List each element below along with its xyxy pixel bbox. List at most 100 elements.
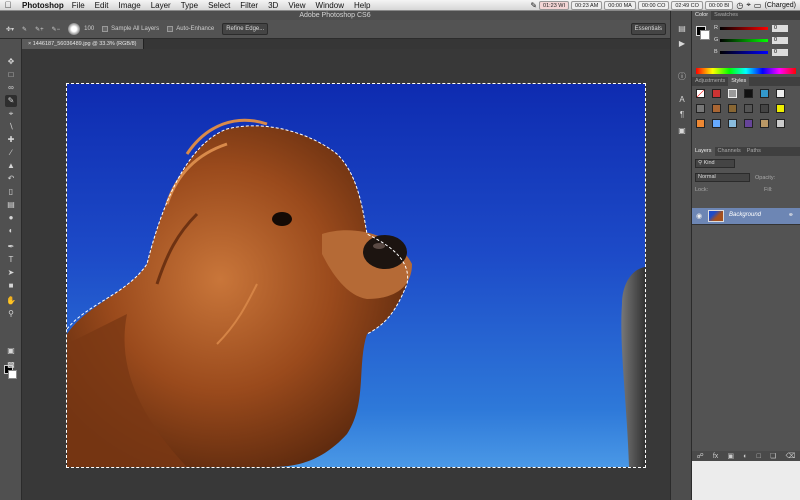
menu-image[interactable]: Image xyxy=(118,1,140,10)
pencil-icon[interactable]: ✎ xyxy=(530,1,537,10)
status-timer[interactable]: 00:00 BI xyxy=(704,0,734,10)
tab-swatches[interactable]: Swatches xyxy=(711,11,741,20)
style-swatch[interactable] xyxy=(744,89,753,98)
quick-select-icon[interactable]: ✎ xyxy=(5,95,17,107)
document-tab[interactable]: × 1446187_56036489.jpg @ 33.3% (RGB/8) xyxy=(22,39,144,49)
brush-preview-icon[interactable] xyxy=(68,23,81,35)
color-slider-r[interactable]: R 0 xyxy=(714,24,798,32)
slider-value[interactable]: 0 xyxy=(772,24,788,32)
quick-mask-icon[interactable]: ▣ xyxy=(5,345,17,357)
tab-styles[interactable]: Styles xyxy=(728,77,750,86)
menu-select[interactable]: Select xyxy=(208,1,230,10)
checkbox-icon[interactable] xyxy=(102,26,109,32)
menu-filter[interactable]: Filter xyxy=(240,1,258,10)
status-timer[interactable]: 02:49 CO xyxy=(671,0,703,10)
gradient-icon[interactable]: ▤ xyxy=(5,199,17,211)
wifi-icon[interactable]: ⌖ xyxy=(746,0,751,10)
style-swatch[interactable] xyxy=(744,104,753,113)
folder-icon[interactable]: □ xyxy=(757,453,761,460)
style-swatch[interactable] xyxy=(712,119,721,128)
style-swatch[interactable] xyxy=(776,104,785,113)
new-selection-icon[interactable]: ✎ xyxy=(22,26,27,33)
tab-paths[interactable]: Paths xyxy=(744,147,764,156)
menu-help[interactable]: Help xyxy=(354,1,370,10)
style-swatch[interactable] xyxy=(776,89,785,98)
slider-bar[interactable] xyxy=(720,38,768,42)
slider-bar[interactable] xyxy=(720,26,768,30)
pen-icon[interactable]: ✒ xyxy=(5,241,17,253)
brush-icon[interactable]: ∕ xyxy=(5,147,17,159)
menu-layer[interactable]: Layer xyxy=(151,1,171,10)
lasso-icon[interactable]: ∞ xyxy=(5,82,17,94)
path-select-icon[interactable]: ➤ xyxy=(5,267,17,279)
style-swatch[interactable] xyxy=(696,119,705,128)
battery-icon[interactable]: ▭ xyxy=(754,1,762,10)
slider-bar[interactable] xyxy=(720,50,768,54)
color-slider-g[interactable]: G 0 xyxy=(714,36,798,44)
time-machine-icon[interactable]: ◷ xyxy=(736,1,743,10)
paragraph-icon[interactable]: ¶ xyxy=(676,109,688,121)
marquee-icon[interactable]: □ xyxy=(5,69,17,81)
style-swatch[interactable] xyxy=(696,104,705,113)
3d-icon[interactable]: ▣ xyxy=(676,125,688,137)
trash-icon[interactable]: ⌫ xyxy=(785,452,795,460)
canvas-area[interactable] xyxy=(22,49,670,500)
style-swatch[interactable] xyxy=(760,104,769,113)
style-swatch[interactable] xyxy=(728,104,737,113)
move-icon[interactable]: ✥ xyxy=(5,56,17,68)
new-layer-icon[interactable]: ❏ xyxy=(770,452,776,460)
color-background-swatch[interactable] xyxy=(700,30,710,40)
style-swatch[interactable] xyxy=(760,119,769,128)
info-icon[interactable]: ⓘ xyxy=(676,71,688,83)
layer-row[interactable]: ◉ Background ⚭ xyxy=(692,208,800,225)
dodge-icon[interactable]: ◐ xyxy=(5,225,17,237)
blur-icon[interactable]: ● xyxy=(5,212,17,224)
status-timer[interactable]: 00:00 CO xyxy=(637,0,670,10)
background-color[interactable] xyxy=(8,370,17,379)
hand-icon[interactable]: ✋ xyxy=(5,295,17,307)
screen-mode-icon[interactable]: ▩ xyxy=(5,359,17,371)
tab-layers[interactable]: Layers xyxy=(692,147,715,156)
healing-icon[interactable]: ✚ xyxy=(5,134,17,146)
color-spectrum[interactable] xyxy=(696,68,796,74)
style-swatch[interactable] xyxy=(760,89,769,98)
fx-icon[interactable]: fx xyxy=(713,453,718,460)
slider-value[interactable]: 0 xyxy=(772,36,788,44)
history-brush-icon[interactable]: ↶ xyxy=(5,173,17,185)
sample-all-layers-checkbox[interactable]: Sample All Layers xyxy=(102,26,159,32)
workspace-switcher[interactable]: Essentials xyxy=(630,23,666,35)
style-swatch[interactable] xyxy=(744,119,753,128)
document-canvas[interactable] xyxy=(66,83,646,468)
tab-adjustments[interactable]: Adjustments xyxy=(692,77,728,86)
style-swatch[interactable] xyxy=(712,104,721,113)
crop-icon[interactable]: ⌖ xyxy=(5,108,17,120)
layer-kind-filter[interactable]: ⚲ Kind xyxy=(695,159,735,168)
style-swatch[interactable] xyxy=(696,89,705,98)
adjustment-icon[interactable]: ◐ xyxy=(743,453,747,460)
tab-channels[interactable]: Channels xyxy=(715,147,744,156)
blend-mode-select[interactable]: Normal xyxy=(695,173,750,182)
brush-size[interactable]: 100 xyxy=(84,26,94,32)
app-menu[interactable]: Photoshop xyxy=(22,1,64,10)
subtract-selection-icon[interactable]: ✎− xyxy=(52,26,61,33)
eraser-icon[interactable]: ▯ xyxy=(5,186,17,198)
status-timer[interactable]: 00:23 AM xyxy=(571,0,603,10)
tab-color[interactable]: Color xyxy=(692,11,712,20)
style-swatch[interactable] xyxy=(728,119,737,128)
tool-preset-icon[interactable]: ✤▾ xyxy=(6,26,14,33)
slider-value[interactable]: 0 xyxy=(772,48,788,56)
menu-view[interactable]: View xyxy=(288,1,305,10)
mask-icon[interactable]: ▣ xyxy=(727,452,734,460)
layer-name[interactable]: Background xyxy=(729,212,761,218)
history-icon[interactable]: ▤ xyxy=(676,23,688,35)
auto-enhance-checkbox[interactable]: Auto-Enhance xyxy=(167,26,214,32)
eye-icon[interactable]: ◉ xyxy=(696,212,702,220)
status-timer[interactable]: 00:00 MA xyxy=(604,0,636,10)
type-icon[interactable]: T xyxy=(5,254,17,266)
menu-window[interactable]: Window xyxy=(316,1,344,10)
status-timer[interactable]: 01:23 WI xyxy=(539,0,570,10)
menu-edit[interactable]: Edit xyxy=(95,1,109,10)
apple-icon[interactable]:  xyxy=(0,0,16,10)
style-swatch[interactable] xyxy=(728,89,737,98)
menu-file[interactable]: File xyxy=(72,1,85,10)
